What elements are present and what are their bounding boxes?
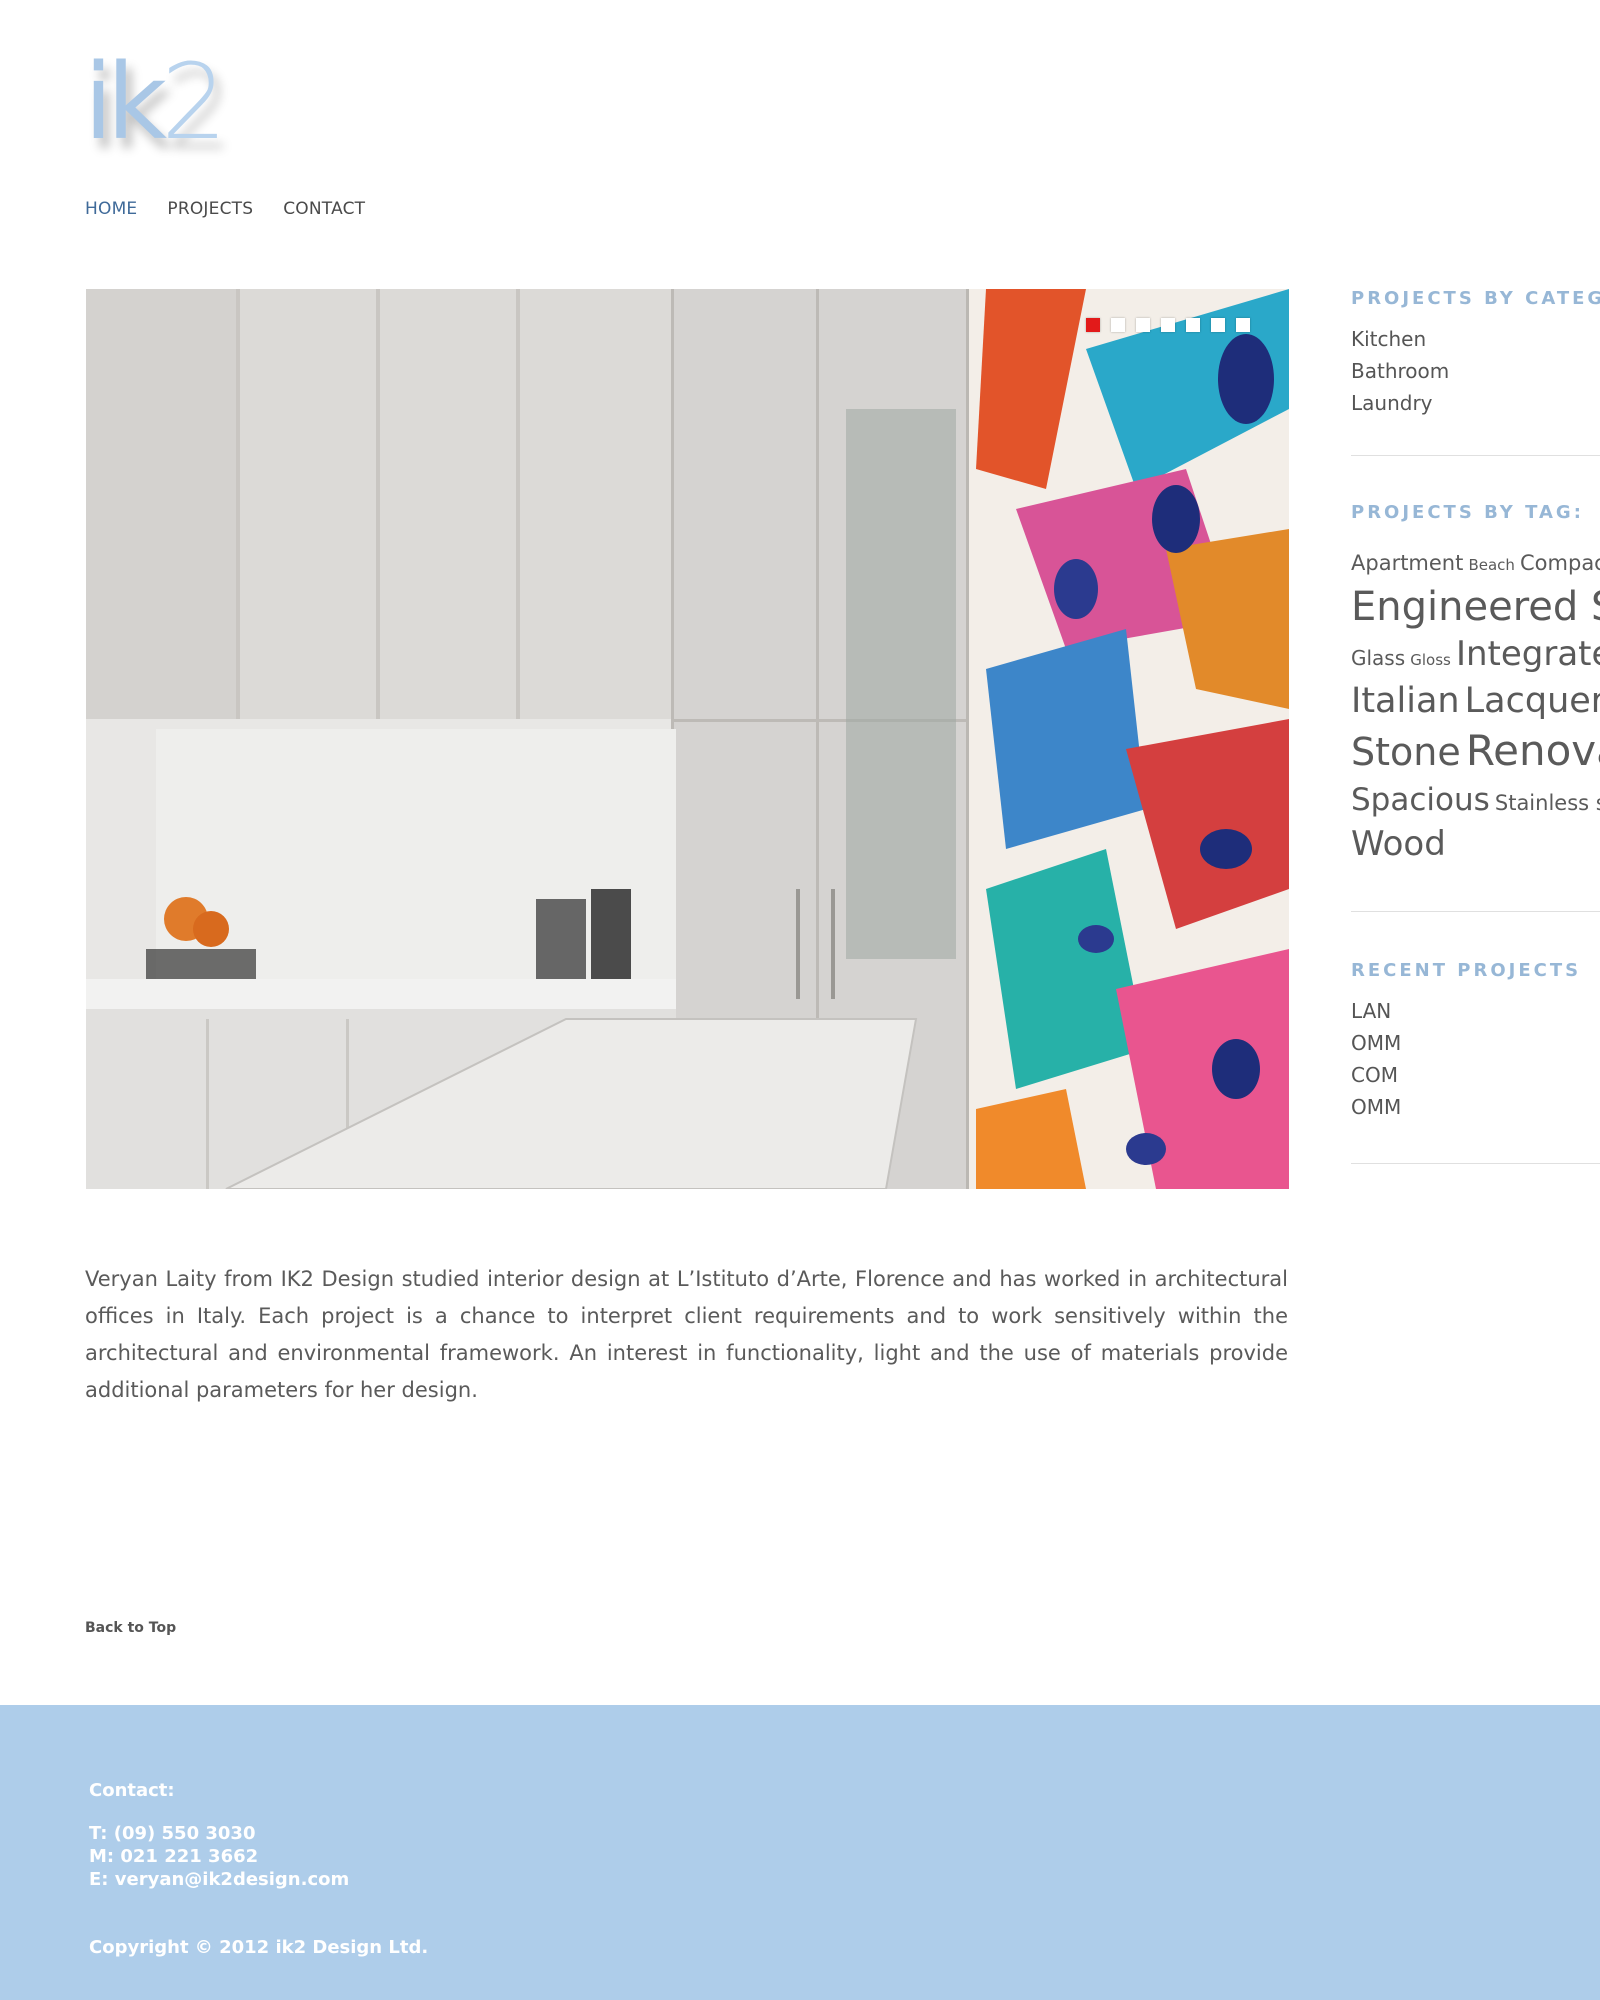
slider-dot-1[interactable] [1086,318,1100,332]
tag-link[interactable]: Gloss [1410,651,1451,669]
back-to-top-link[interactable]: Back to Top [85,1620,176,1636]
tag-link[interactable]: Spacious [1351,782,1490,818]
slider-dot-4[interactable] [1161,318,1175,332]
tag-link[interactable]: Glass [1351,646,1405,670]
hero-slide-image[interactable] [86,289,1289,1189]
recent-project-link[interactable]: LAN [1351,995,1600,1027]
main-nav: HOME PROJECTS CONTACT [85,199,365,219]
footer-phone: T: (09) 550 3030 [89,1823,256,1844]
tag-link[interactable]: Italian [1351,681,1460,721]
logo[interactable]: ik2 [84,50,284,172]
tag-link[interactable]: Lacquer [1465,681,1600,721]
slider-dot-5[interactable] [1186,318,1200,332]
category-laundry[interactable]: Laundry [1351,387,1600,419]
tag-link[interactable]: Beach [1468,556,1514,574]
slider-dot-3[interactable] [1136,318,1150,332]
logo-mark: ik2 [84,41,227,163]
footer: Contact: T: (09) 550 3030 M: 021 221 366… [0,1705,1600,2000]
tag-cloud: Apartment Beach Compac Engineered St Gla… [1351,543,1600,865]
tag-link[interactable]: Wood [1351,824,1446,864]
recent-project-link[interactable]: OMM [1351,1027,1600,1059]
category-bathroom[interactable]: Bathroom [1351,355,1600,387]
tag-link[interactable]: Renova [1466,726,1600,775]
tag-link[interactable]: Stainless ste [1495,791,1600,815]
footer-email[interactable]: E: veryan@ik2design.com [89,1869,349,1890]
recent-heading: RECENT PROJECTS [1351,960,1582,981]
footer-contact-label: Contact: [89,1780,175,1801]
tag-link[interactable]: Integrate [1456,634,1600,674]
divider [1351,455,1600,456]
recent-project-link[interactable]: COM [1351,1059,1600,1091]
tag-link[interactable]: Stone [1351,730,1461,774]
recent-list: LAN OMM COM OMM [1351,995,1600,1123]
tag-link[interactable]: Compac [1520,551,1600,575]
divider [1351,1163,1600,1164]
nav-home[interactable]: HOME [85,199,137,219]
nav-contact[interactable]: CONTACT [283,199,365,219]
tag-link[interactable]: Apartment [1351,551,1463,575]
tags-heading: PROJECTS BY TAG: [1351,502,1584,523]
categories-heading: PROJECTS BY CATEG [1351,288,1600,309]
slider-dot-2[interactable] [1111,318,1125,332]
slider-dot-6[interactable] [1211,318,1225,332]
slider-dot-7[interactable] [1236,318,1250,332]
category-kitchen[interactable]: Kitchen [1351,323,1600,355]
sidebar: PROJECTS BY CATEG Kitchen Bathroom Laund… [1351,288,1600,1164]
recent-project-link[interactable]: OMM [1351,1091,1600,1123]
categories-list: Kitchen Bathroom Laundry [1351,323,1600,419]
nav-projects[interactable]: PROJECTS [167,199,253,219]
divider [1351,911,1600,912]
bio-paragraph: Veryan Laity from IK2 Design studied int… [85,1267,1288,1402]
footer-mobile: M: 021 221 3662 [89,1846,259,1867]
tag-link[interactable]: Engineered St [1351,584,1600,630]
slider-pager [1086,318,1250,332]
footer-copyright: Copyright © 2012 ik2 Design Ltd. [89,1937,429,1958]
